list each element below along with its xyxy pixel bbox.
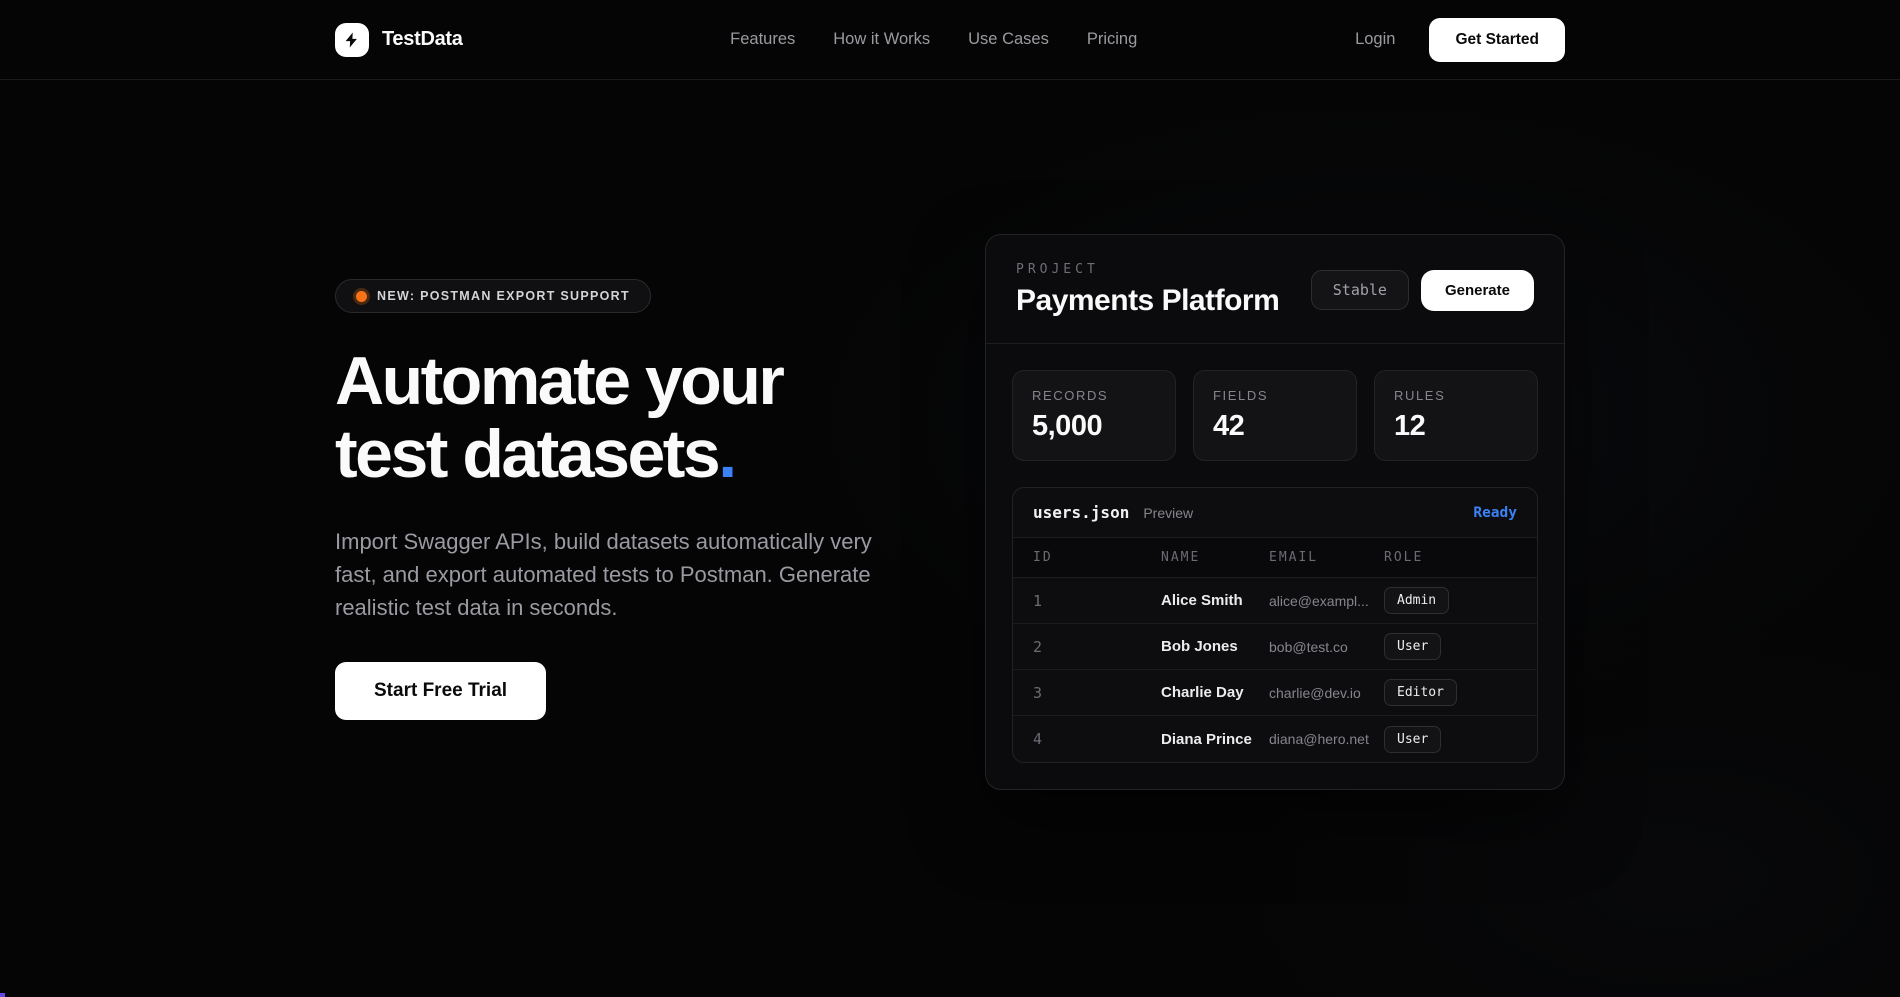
- table-column-headers: ID NAME EMAIL ROLE: [1013, 538, 1537, 578]
- table-filename: users.json: [1033, 503, 1129, 522]
- table-row: 2 Bob Jones bob@test.co User: [1013, 624, 1537, 670]
- stat-label: FIELDS: [1213, 388, 1337, 403]
- stat-label: RULES: [1394, 388, 1518, 403]
- col-header-id: ID: [1033, 550, 1161, 565]
- row-id: 3: [1033, 684, 1161, 702]
- stat-value: 12: [1394, 410, 1518, 443]
- row-name: Bob Jones: [1161, 638, 1269, 655]
- nav-links: Features How it Works Use Cases Pricing: [730, 30, 1137, 49]
- project-actions: Stable Generate: [1311, 270, 1534, 311]
- stat-card-fields: FIELDS 42: [1193, 370, 1357, 461]
- row-id: 4: [1033, 730, 1161, 748]
- stats-row: RECORDS 5,000 FIELDS 42 RULES 12: [1012, 370, 1538, 461]
- top-navbar: TestData Features How it Works Use Cases…: [0, 0, 1900, 80]
- table-subtitle: Preview: [1143, 505, 1193, 521]
- stat-value: 42: [1213, 410, 1337, 443]
- lightning-bolt-icon: [335, 23, 369, 57]
- col-header-email: EMAIL: [1269, 550, 1384, 565]
- row-id: 2: [1033, 638, 1161, 656]
- project-title: Payments Platform: [1016, 284, 1279, 318]
- row-name: Alice Smith: [1161, 592, 1269, 609]
- stat-card-rules: RULES 12: [1374, 370, 1538, 461]
- generate-button[interactable]: Generate: [1421, 270, 1534, 311]
- heading-period-accent: .: [718, 416, 734, 492]
- project-titles: PROJECT Payments Platform: [1016, 262, 1279, 318]
- project-eyebrow: PROJECT: [1016, 262, 1279, 277]
- brand-name: TestData: [382, 28, 463, 51]
- table-row: 3 Charlie Day charlie@dev.io Editor: [1013, 670, 1537, 716]
- brand-logo[interactable]: TestData: [335, 23, 463, 57]
- col-header-role: ROLE: [1384, 550, 1517, 565]
- announcement-badge: NEW: POSTMAN EXPORT SUPPORT: [335, 279, 651, 313]
- login-link[interactable]: Login: [1355, 30, 1395, 49]
- hero-heading: Automate your test datasets.: [335, 345, 925, 491]
- table-row: 4 Diana Prince diana@hero.net User: [1013, 716, 1537, 762]
- project-card-body: RECORDS 5,000 FIELDS 42 RULES 12 users.j…: [986, 344, 1564, 789]
- project-card: PROJECT Payments Platform Stable Generat…: [985, 234, 1565, 790]
- announcement-text: NEW: POSTMAN EXPORT SUPPORT: [377, 289, 630, 303]
- nav-right: Login Get Started: [1355, 18, 1565, 62]
- preview-table-card: users.json Preview Ready ID NAME EMAIL R…: [1012, 487, 1538, 763]
- hero-copy: NEW: POSTMAN EXPORT SUPPORT Automate you…: [335, 234, 925, 720]
- hero-description: Import Swagger APIs, build datasets auto…: [335, 525, 913, 624]
- stable-status-chip: Stable: [1311, 270, 1409, 310]
- table-row: 1 Alice Smith alice@exampl... Admin: [1013, 578, 1537, 624]
- nav-link-use-cases[interactable]: Use Cases: [968, 30, 1049, 49]
- table-header-bar: users.json Preview Ready: [1013, 488, 1537, 538]
- row-id: 1: [1033, 592, 1161, 610]
- row-email: bob@test.co: [1269, 639, 1384, 655]
- row-email: diana@hero.net: [1269, 731, 1384, 747]
- orange-dot-icon: [356, 291, 367, 302]
- get-started-button[interactable]: Get Started: [1429, 18, 1565, 62]
- nav-link-how-it-works[interactable]: How it Works: [833, 30, 930, 49]
- row-email: alice@exampl...: [1269, 593, 1384, 609]
- row-role-badge: User: [1384, 726, 1441, 753]
- stat-label: RECORDS: [1032, 388, 1156, 403]
- nav-link-features[interactable]: Features: [730, 30, 795, 49]
- stat-card-records: RECORDS 5,000: [1012, 370, 1176, 461]
- stat-value: 5,000: [1032, 410, 1156, 443]
- start-free-trial-button[interactable]: Start Free Trial: [335, 662, 546, 720]
- row-name: Diana Prince: [1161, 731, 1269, 748]
- project-card-header: PROJECT Payments Platform Stable Generat…: [986, 235, 1564, 344]
- row-email: charlie@dev.io: [1269, 685, 1384, 701]
- table-status-ready: Ready: [1473, 505, 1517, 521]
- row-role-badge: User: [1384, 633, 1441, 660]
- row-name: Charlie Day: [1161, 684, 1269, 701]
- col-header-name: NAME: [1161, 550, 1269, 565]
- bottom-left-accent: [0, 993, 5, 997]
- row-role-badge: Admin: [1384, 587, 1449, 614]
- hero-section: NEW: POSTMAN EXPORT SUPPORT Automate you…: [335, 80, 1565, 790]
- row-role-badge: Editor: [1384, 679, 1457, 706]
- nav-link-pricing[interactable]: Pricing: [1087, 30, 1137, 49]
